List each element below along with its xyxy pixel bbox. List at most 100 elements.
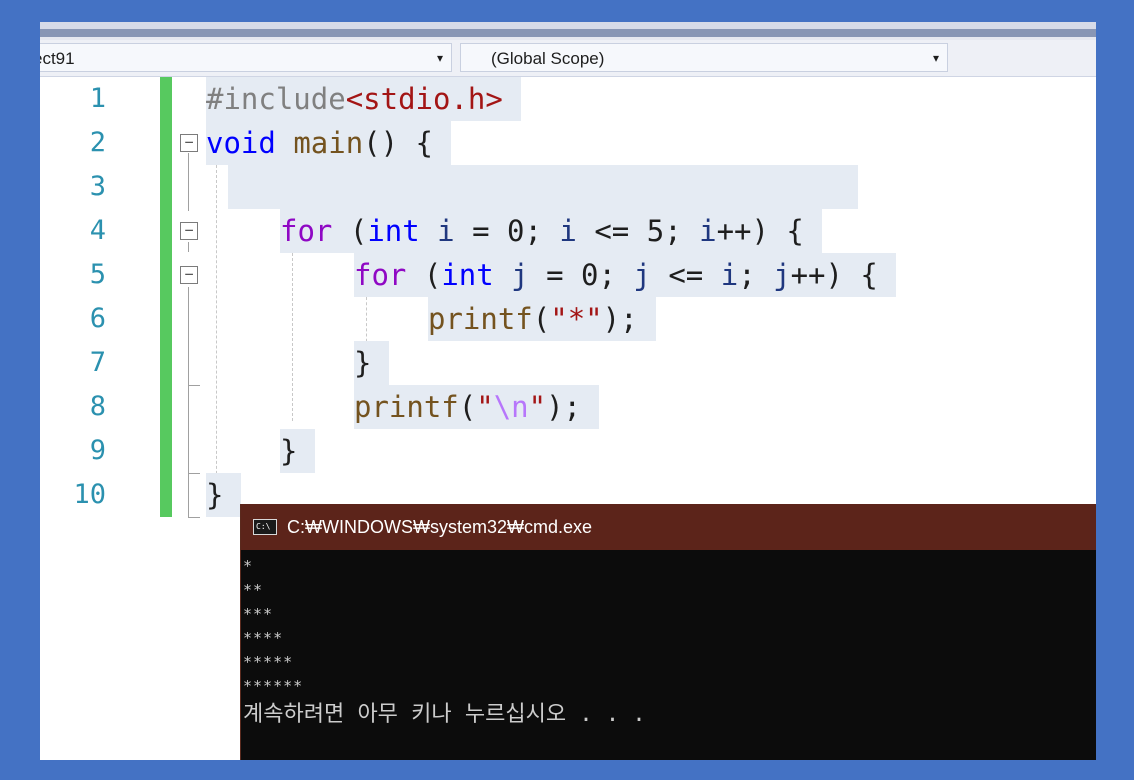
code-line[interactable]: 1 #include<stdio.h>: [40, 77, 1096, 121]
line-number: 4: [89, 215, 106, 246]
change-indicator: [160, 209, 172, 253]
code-token: ": [476, 390, 494, 424]
code-token: void: [206, 126, 276, 160]
line-number: 6: [89, 303, 106, 334]
change-indicator: [160, 253, 172, 297]
code-token: (: [532, 302, 551, 336]
code-token: int: [367, 214, 420, 248]
line-number: 5: [89, 259, 106, 290]
code-token: }: [354, 346, 372, 380]
chevron-down-icon: ▾: [436, 51, 443, 65]
code-text: [228, 165, 858, 209]
code-token: 0: [507, 214, 525, 248]
code-token: ;: [524, 214, 560, 248]
change-indicator: [160, 473, 172, 517]
code-token: ;: [598, 258, 634, 292]
console-window[interactable]: C:\ C:₩WINDOWS₩system32₩cmd.exe * ** *** **…: [240, 504, 1096, 760]
code-line[interactable]: 3: [40, 165, 1096, 209]
code-text: #include<stdio.h>: [206, 77, 521, 121]
code-token: ++) {: [716, 214, 804, 248]
code-token: () {: [363, 126, 433, 160]
code-token: =: [454, 214, 508, 248]
code-token: for: [354, 258, 407, 292]
line-number: 2: [89, 127, 106, 158]
console-output: * ** *** **** ***** ****** 계속하려면 아무 키나 누르십시오 …: [243, 554, 646, 732]
code-token: "*": [550, 302, 603, 336]
code-text: }: [354, 341, 390, 385]
code-line[interactable]: 8 printf("\n");: [40, 385, 1096, 429]
code-token: j: [633, 258, 651, 292]
console-output-line: ****: [243, 629, 284, 647]
code-text: for (int j = 0; j <= i; j++) {: [354, 253, 896, 297]
line-number: 9: [89, 435, 106, 466]
code-token: (: [406, 258, 442, 292]
code-token: );: [546, 390, 582, 424]
code-text: printf("*");: [428, 297, 656, 341]
code-token: i: [559, 214, 577, 248]
code-token: i: [720, 258, 739, 292]
line-number: 1: [89, 83, 106, 114]
code-text: void main() {: [206, 121, 451, 165]
line-number: 10: [73, 479, 106, 510]
ide-window: ect91 ▾ (Global Scope) ▾ 1 #include<stdio…: [40, 22, 1096, 760]
change-indicator: [160, 121, 172, 165]
change-indicator: [160, 165, 172, 209]
code-token: \n: [493, 390, 529, 424]
project-dropdown-label: ect91: [40, 49, 75, 68]
change-indicator: [160, 429, 172, 473]
console-title-bar[interactable]: C:\ C:₩WINDOWS₩system32₩cmd.exe: [241, 504, 1096, 550]
chevron-down-icon: ▾: [932, 51, 939, 65]
title-strip: [40, 22, 1096, 40]
console-output-line: ******: [243, 677, 304, 695]
code-token: for: [280, 214, 333, 248]
code-token: <=: [576, 214, 647, 248]
line-number: 3: [89, 171, 106, 202]
code-token: }: [206, 478, 224, 512]
console-output-line: *****: [243, 653, 294, 671]
collapse-icon[interactable]: −: [180, 222, 198, 240]
scope-dropdown-label: (Global Scope): [491, 49, 605, 68]
scope-dropdown[interactable]: (Global Scope) ▾: [460, 43, 948, 72]
code-token: printf: [428, 302, 533, 336]
code-line[interactable]: 7}: [40, 341, 1096, 385]
change-indicator: [160, 385, 172, 429]
collapse-icon[interactable]: −: [180, 134, 198, 152]
code-token: i: [437, 214, 455, 248]
change-indicator: [160, 77, 172, 121]
code-token: <=: [650, 258, 721, 292]
code-text: }: [280, 429, 316, 473]
line-number: 7: [89, 347, 106, 378]
console-prompt-message: 계속하려면 아무 키나 누르십시오 . . .: [243, 702, 646, 727]
code-token: ++) {: [790, 258, 878, 292]
code-token: );: [602, 302, 638, 336]
console-output-line: **: [243, 581, 264, 599]
code-text: }: [206, 473, 242, 517]
console-output-line: *: [243, 557, 254, 575]
code-line[interactable]: 9}: [40, 429, 1096, 473]
code-text: printf("\n");: [354, 385, 600, 429]
code-token: =: [528, 258, 582, 292]
code-line[interactable]: 5− for (int j = 0; j <= i; j++) {: [40, 253, 1096, 297]
code-token: int: [441, 258, 494, 292]
collapse-icon[interactable]: −: [180, 266, 198, 284]
code-line[interactable]: 6 printf("*");: [40, 297, 1096, 341]
code-text: for (int i = 0; i <= 5; i++) {: [280, 209, 822, 253]
change-indicator: [160, 297, 172, 341]
fold-guide-end: [188, 517, 200, 518]
code-token: ;: [664, 214, 700, 248]
code-token: j: [511, 258, 529, 292]
code-token: ;: [738, 258, 774, 292]
line-number: 8: [89, 391, 106, 422]
console-title: C:₩WINDOWS₩system32₩cmd.exe: [287, 517, 593, 537]
change-indicator: [160, 341, 172, 385]
code-line[interactable]: 4− for (int i = 0; i <= 5; i++) {: [40, 209, 1096, 253]
code-token: }: [280, 434, 298, 468]
code-token: main: [293, 126, 364, 160]
code-token: printf: [354, 390, 459, 424]
project-dropdown[interactable]: ect91 ▾: [40, 43, 452, 72]
code-line[interactable]: 2 − void main() {: [40, 121, 1096, 165]
code-token: (: [458, 390, 477, 424]
